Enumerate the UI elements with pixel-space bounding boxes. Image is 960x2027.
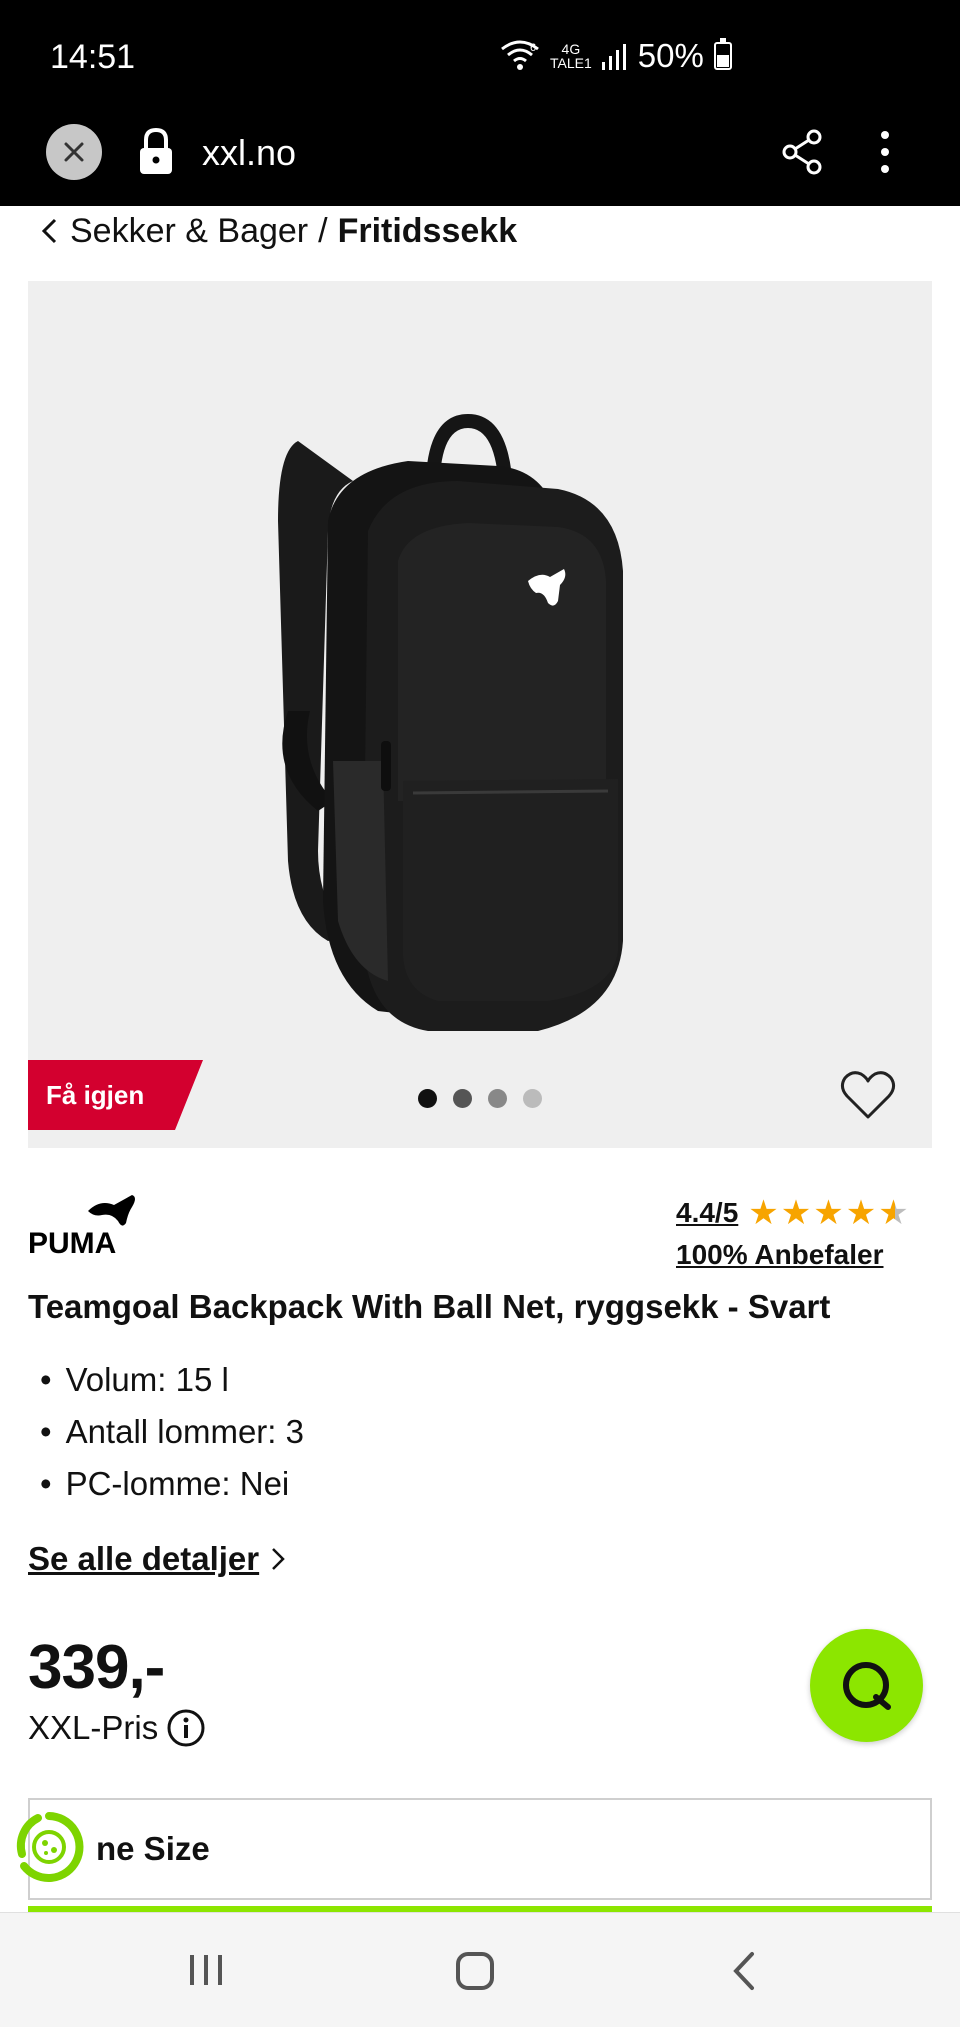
status-bar: 14:51 6 4G TALE1 50%	[0, 0, 960, 112]
network-type: 4G TALE1	[550, 42, 592, 70]
price-label: XXL-Pris	[28, 1708, 206, 1748]
brand-name: PUMA	[28, 1227, 116, 1257]
chat-icon	[842, 1661, 891, 1710]
battery-percent: 50%	[637, 37, 704, 74]
rating-score[interactable]: 4.4/5	[676, 1197, 738, 1229]
carousel-dots[interactable]	[418, 1089, 542, 1108]
battery-icon	[713, 38, 732, 70]
breadcrumb: Sekker & Bager / Fritidssekk	[40, 206, 517, 256]
carousel-dot[interactable]	[418, 1089, 437, 1108]
see-all-details-label: Se alle detaljer	[28, 1540, 260, 1577]
price-label-text: XXL-Pris	[28, 1709, 159, 1746]
size-select[interactable]: ne Size	[28, 1798, 932, 1900]
info-icon[interactable]	[166, 1708, 206, 1748]
chat-button[interactable]	[810, 1629, 923, 1742]
product-image	[278, 413, 623, 1031]
breadcrumb-current[interactable]: Fritidssekk	[338, 212, 518, 251]
see-all-details-link[interactable]: Se alle detaljer	[28, 1540, 285, 1578]
system-nav-bar	[0, 1912, 960, 2027]
heart-icon[interactable]	[840, 1069, 896, 1121]
spec-item: Volum: 15 l	[40, 1354, 304, 1406]
breadcrumb-parent[interactable]: Sekker & Bager	[70, 212, 308, 251]
product-image-gallery[interactable]: Få igjen	[28, 281, 932, 1148]
close-tab-button[interactable]	[46, 124, 102, 180]
chevron-right-icon	[272, 1548, 285, 1570]
rating[interactable]: 4.4/5 ★ ★ ★ ★ ★	[676, 1196, 909, 1230]
share-icon[interactable]	[780, 128, 824, 176]
carousel-dot[interactable]	[488, 1089, 507, 1108]
clock: 14:51	[50, 38, 136, 76]
recent-apps-icon[interactable]	[188, 1953, 224, 1987]
star-full-icon: ★	[845, 1194, 877, 1232]
browser-toolbar: xxl.no	[0, 112, 960, 206]
wifi-icon: 6	[501, 40, 539, 70]
badge-refund: Få igjen	[28, 1060, 203, 1130]
battery-fill	[716, 55, 729, 67]
network-carrier: TALE1	[550, 55, 592, 71]
network-generation: 4G	[561, 41, 581, 57]
carousel-dot[interactable]	[453, 1089, 472, 1108]
home-icon[interactable]	[455, 1951, 495, 1991]
system-icons: 6 4G TALE1 50%	[500, 34, 732, 78]
close-icon	[64, 142, 84, 162]
lock-icon[interactable]	[136, 126, 176, 178]
back-icon[interactable]	[732, 1951, 756, 1991]
url-field[interactable]: xxl.no	[202, 132, 296, 174]
brand-logo[interactable]: PUMA	[28, 1193, 146, 1257]
star-full-icon: ★	[748, 1194, 779, 1232]
price: 339,-	[28, 1633, 165, 1702]
carousel-dot[interactable]	[523, 1089, 542, 1108]
product-title: Teamgoal Backpack With Ball Net, ryggsek…	[28, 1288, 831, 1325]
spec-list: Volum: 15 l Antall lommer: 3 PC-lomme: N…	[40, 1354, 304, 1510]
rating-stars: ★ ★ ★ ★ ★	[748, 1196, 908, 1230]
cookie-settings-icon[interactable]	[12, 1810, 86, 1884]
more-vert-icon[interactable]	[872, 128, 898, 176]
star-full-icon: ★	[813, 1194, 844, 1232]
svg-text:6: 6	[530, 42, 536, 54]
spec-item: Antall lommer: 3	[40, 1406, 304, 1458]
chevron-left-icon[interactable]	[40, 218, 58, 244]
signal-icon	[601, 44, 626, 70]
star-half-icon: ★	[878, 1194, 909, 1232]
star-full-icon: ★	[780, 1194, 812, 1232]
breadcrumb-separator: /	[318, 211, 328, 250]
spec-item: PC-lomme: Nei	[40, 1458, 304, 1510]
recommend-link[interactable]: 100% Anbefaler	[676, 1239, 884, 1271]
